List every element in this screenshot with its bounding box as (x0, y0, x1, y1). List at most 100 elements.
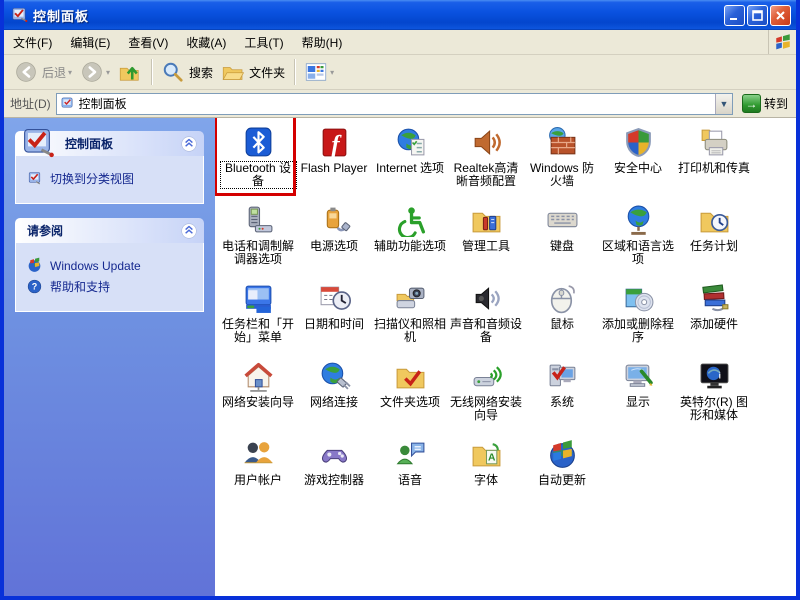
sidebar-item-windows-update[interactable]: Windows Update (26, 257, 195, 274)
menu-item-4[interactable]: 工具(T) (235, 30, 292, 55)
task-panel-header[interactable]: 请参阅 (15, 218, 204, 243)
cpl-item-game-controllers[interactable]: 游戏控制器 (296, 435, 372, 513)
cpl-item-system[interactable]: 系统 (524, 357, 600, 435)
cpl-item-add-hardware[interactable]: 添加硬件 (676, 279, 752, 357)
menu-item-0[interactable]: 文件(F) (4, 30, 61, 55)
address-value: 控制面板 (78, 97, 127, 111)
cpl-item-realtek-audio[interactable]: Realtek高清晰音频配置 (448, 123, 524, 201)
window-title: 控制面板 (33, 8, 90, 24)
cpl-item-network-setup-wizard[interactable]: 网络安装向导 (220, 357, 296, 435)
regional-language-icon (622, 204, 655, 237)
cpl-item-accessibility[interactable]: 辅助功能选项 (372, 201, 448, 279)
display-icon (622, 360, 655, 393)
cpl-item-wireless-network-wizard[interactable]: 无线网络安装向导 (448, 357, 524, 435)
cpl-item-label: 安全中心 (613, 161, 662, 175)
cpl-item-date-time[interactable]: 日期和时间 (296, 279, 372, 357)
control-panel-items-area: Bluetooth 设备 f Flash Player Internet 选项 Real… (215, 118, 796, 596)
cpl-item-label: 游戏控制器 (303, 473, 364, 487)
add-hardware-icon (698, 282, 731, 315)
svg-text:?: ? (32, 282, 38, 292)
folder-options-icon (394, 360, 427, 393)
cpl-item-bluetooth[interactable]: Bluetooth 设备 (215, 118, 297, 201)
views-button[interactable]: ▾ (300, 57, 338, 87)
cpl-item-automatic-updates[interactable]: 自动更新 (524, 435, 600, 513)
cpl-item-scanners-cameras[interactable]: 扫描仪和照相机 (372, 279, 448, 357)
security-center-icon (622, 126, 655, 159)
forward-button[interactable]: ▾ (76, 57, 114, 87)
sidebar-item-help[interactable]: ? 帮助和支持 (26, 278, 195, 295)
up-button[interactable] (114, 57, 146, 87)
forward-dropdown-icon: ▾ (106, 67, 111, 77)
back-icon (16, 62, 36, 82)
cpl-item-user-accounts[interactable]: 用户帐户 (220, 435, 296, 513)
cpl-item-phone-modem[interactable]: 电话和调制解调器选项 (220, 201, 296, 279)
cpl-item-mouse[interactable]: 鼠标 (524, 279, 600, 357)
go-button[interactable]: → 转到 (738, 93, 792, 114)
cpl-item-label: 扫描仪和照相机 (373, 317, 446, 344)
menu-item-1[interactable]: 编辑(E) (61, 30, 119, 55)
cpl-item-label: 打印机和传真 (677, 161, 750, 175)
cpl-item-admin-tools[interactable]: 管理工具 (448, 201, 524, 279)
minimize-button[interactable] (724, 4, 745, 26)
cpl-item-intel-graphics-media[interactable]: i 英特尔(R) 图形和媒体 (676, 357, 752, 435)
task-panel-0: 控制面板切换到分类视图 (15, 128, 204, 204)
cpl-item-power-options[interactable]: 电源选项 (296, 201, 372, 279)
svg-text:i: i (718, 372, 720, 381)
svg-text:A: A (487, 453, 495, 464)
cpl-item-fonts[interactable]: A 字体 (448, 435, 524, 513)
cpl-item-network-connections[interactable]: 网络连接 (296, 357, 372, 435)
cpl-item-scheduled-tasks[interactable]: 任务计划 (676, 201, 752, 279)
cpl-item-security-center[interactable]: 安全中心 (600, 123, 676, 201)
cpl-item-label: 网络安装向导 (221, 395, 294, 409)
title-bar[interactable]: 控制面板 (4, 0, 796, 30)
address-input[interactable]: 控制面板 ▼ (55, 92, 733, 115)
back-button[interactable]: 后退 ▾ (10, 57, 76, 87)
internet-options-icon (394, 126, 427, 159)
flash-player-icon: f (318, 126, 351, 159)
cpl-item-label: 电源选项 (309, 239, 358, 253)
system-icon (546, 360, 579, 393)
cpl-item-sounds-audio[interactable]: 声音和音频设备 (448, 279, 524, 357)
taskbar-startmenu-icon (242, 282, 275, 315)
sidebar-item-label: 切换到分类视图 (50, 172, 135, 186)
cpl-item-keyboard[interactable]: 键盘 (524, 201, 600, 279)
cpl-item-regional-language[interactable]: 区域和语言选项 (600, 201, 676, 279)
menu-item-2[interactable]: 查看(V) (119, 30, 177, 55)
menu-item-3[interactable]: 收藏(A) (177, 30, 235, 55)
search-icon (163, 62, 183, 82)
cpl-item-windows-firewall[interactable]: Windows 防火墙 (524, 123, 600, 201)
category-view-icon (26, 170, 43, 187)
cpl-item-internet-options[interactable]: Internet 选项 (372, 123, 448, 201)
cpl-item-display[interactable]: 显示 (600, 357, 676, 435)
add-remove-programs-icon (622, 282, 655, 315)
chevron-up-icon[interactable] (180, 222, 198, 240)
maximize-button[interactable] (747, 4, 768, 26)
cpl-item-taskbar-startmenu[interactable]: 任务栏和「开始」菜单 (220, 279, 296, 357)
task-panel-body: 切换到分类视图 (15, 156, 204, 204)
toolbar: 后退 ▾ ▾ 搜索 文件夹 ▾ (4, 55, 796, 90)
menu-item-5[interactable]: 帮助(H) (293, 30, 352, 55)
cpl-item-printers-faxes[interactable]: 打印机和传真 (676, 123, 752, 201)
address-label: 地址(D) (10, 97, 51, 111)
cpl-item-label: 英特尔(R) 图形和媒体 (680, 395, 748, 422)
cpl-item-speech[interactable]: 语音 (372, 435, 448, 513)
network-setup-wizard-icon (242, 360, 275, 393)
back-dropdown-icon: ▾ (68, 67, 73, 77)
cpl-item-label: 管理工具 (461, 239, 510, 253)
address-dropdown-button[interactable]: ▼ (714, 93, 732, 114)
cpl-item-folder-options[interactable]: 文件夹选项 (372, 357, 448, 435)
speech-icon (394, 438, 427, 471)
folders-button[interactable]: 文件夹 (217, 57, 289, 87)
sidebar-item-category-view[interactable]: 切换到分类视图 (26, 170, 195, 187)
sidebar-item-label: 帮助和支持 (50, 280, 111, 294)
search-button[interactable]: 搜索 (157, 57, 217, 87)
cpl-item-add-remove-programs[interactable]: 添加或删除程序 (600, 279, 676, 357)
close-button[interactable] (770, 4, 791, 26)
task-panel-header[interactable]: 控制面板 (15, 128, 204, 158)
chevron-up-icon[interactable] (180, 135, 198, 153)
intel-graphics-media-icon: i (698, 360, 731, 393)
cpl-item-label: 无线网络安装向导 (449, 395, 522, 422)
control-panel-app-icon (10, 6, 28, 24)
task-panel-title: 控制面板 (65, 137, 114, 151)
cpl-item-flash-player[interactable]: f Flash Player (296, 123, 372, 201)
